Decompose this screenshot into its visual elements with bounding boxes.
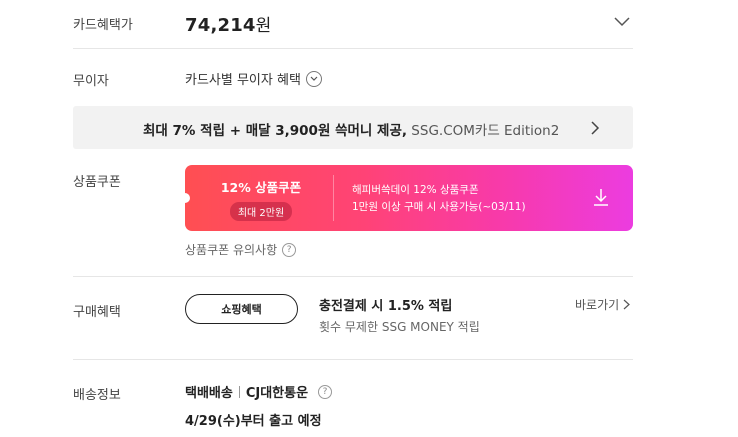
card-price-amount: 74,214 <box>185 15 256 36</box>
divider <box>73 276 633 277</box>
card-price-value: 74,214원 <box>185 11 272 36</box>
download-icon[interactable] <box>592 187 610 211</box>
divider <box>73 48 633 49</box>
coupon-percent: 12% 상품쿠폰 <box>220 180 302 195</box>
banner-text: 최대 7% 적립 + 매달 3,900원 쓱머니 제공, SSG.COM카드 E… <box>143 119 559 139</box>
coupon-notch <box>185 193 190 203</box>
shipping-schedule: 4/29(수)부터 출고 예정 <box>185 414 322 429</box>
chevron-down-icon[interactable] <box>613 13 631 32</box>
coupon-max-badge: 최대 2만원 <box>229 202 293 221</box>
help-icon[interactable]: ? <box>318 384 333 399</box>
coupon-description: 해피버쓱데이 12% 상품쿠폰 1만원 이상 구매 시 사용가능(~03/11) <box>352 182 526 216</box>
go-link-text: 바로가기 <box>575 298 620 312</box>
banner-text-light: SSG.COM카드 Edition2 <box>407 123 560 139</box>
coupon-label: 상품쿠폰 <box>73 175 121 190</box>
installment-benefit[interactable]: 카드사별 무이자 혜택 <box>185 69 322 88</box>
shipping-label: 배송정보 <box>73 388 121 403</box>
shipping-carrier: CJ대한통운 <box>245 386 309 401</box>
divider <box>73 359 633 360</box>
card-price-label: 카드혜택가 <box>73 18 133 33</box>
chevron-right-icon <box>590 120 600 139</box>
benefit-subtitle: 횟수 무제한 SSG MONEY 적립 <box>319 320 480 334</box>
coupon-desc-line2: 1만원 이상 구매 시 사용가능(~03/11) <box>352 201 526 213</box>
chevron-down-circle-icon[interactable] <box>305 70 322 87</box>
separator <box>238 385 240 398</box>
coupon-notice[interactable]: 상품쿠폰 유의사항 ? <box>185 241 297 258</box>
card-promo-banner[interactable]: 최대 7% 적립 + 매달 3,900원 쓱머니 제공, SSG.COM카드 E… <box>73 106 633 149</box>
installment-text: 카드사별 무이자 혜택 <box>185 73 301 88</box>
purchase-benefit-label: 구매혜택 <box>73 305 121 320</box>
coupon-desc-line1: 해피버쓱데이 12% 상품쿠폰 <box>352 184 479 196</box>
coupon-notice-text: 상품쿠폰 유의사항 <box>185 243 278 257</box>
go-link[interactable]: 바로가기 <box>575 296 631 313</box>
card-price-unit: 원 <box>255 16 272 36</box>
installment-label: 무이자 <box>73 74 109 89</box>
benefit-title: 충전결제 시 1.5% 적립 <box>319 299 453 314</box>
banner-text-bold: 최대 7% 적립 + 매달 3,900원 쓱머니 제공, <box>143 123 408 139</box>
shipping-method: 택배배송 <box>185 386 233 401</box>
coupon-separator <box>333 175 334 221</box>
shipping-info: 택배배송 CJ대한통운 ? <box>185 382 333 401</box>
coupon-value: 12% 상품쿠폰 최대 2만원 <box>211 177 311 221</box>
coupon-card[interactable]: 12% 상품쿠폰 최대 2만원 해피버쓱데이 12% 상품쿠폰 1만원 이상 구… <box>185 165 633 231</box>
help-icon[interactable]: ? <box>282 242 297 257</box>
shopping-benefit-button[interactable]: 쇼핑혜택 <box>185 294 298 324</box>
chevron-right-small-icon <box>623 299 631 310</box>
